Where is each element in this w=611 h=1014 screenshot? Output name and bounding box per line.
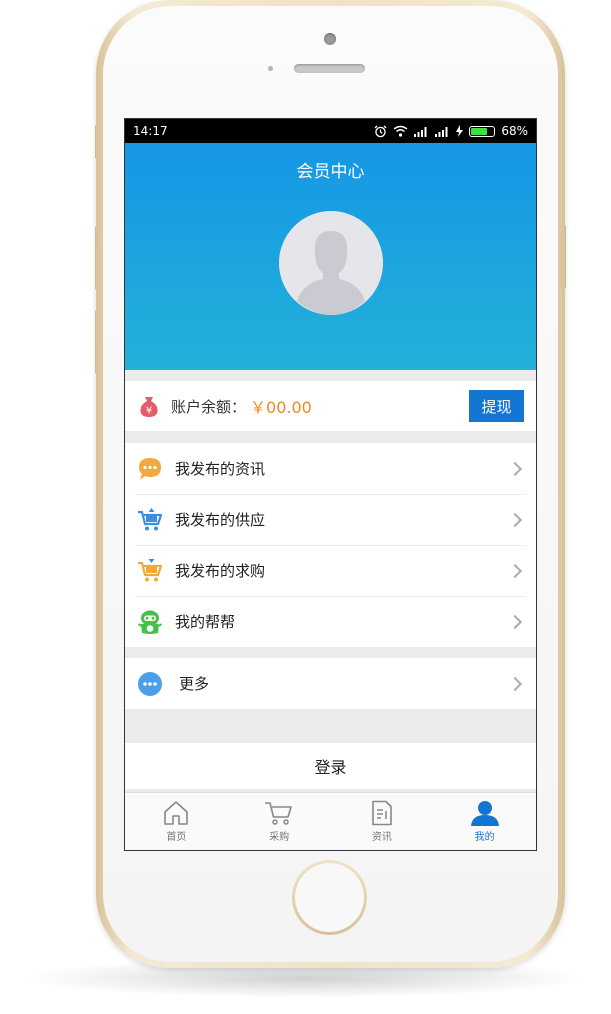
wifi-icon (393, 125, 408, 137)
chevron-right-icon (507, 614, 523, 629)
avatar[interactable] (279, 211, 383, 315)
menu-item-label: 我发布的供应 (175, 511, 266, 529)
tab-home[interactable]: 首页 (125, 793, 228, 850)
svg-text:¥: ¥ (146, 406, 152, 417)
menu-item-my-supply[interactable]: 我发布的供应 (125, 494, 536, 545)
chevron-right-icon (507, 563, 523, 578)
front-camera (324, 33, 336, 45)
page-title: 会员中心 (296, 162, 365, 182)
cart-icon (265, 802, 292, 825)
home-button (292, 860, 367, 935)
more-dots-icon (137, 671, 163, 697)
tab-label: 首页 (166, 832, 187, 843)
menu-item-label: 我的帮帮 (175, 613, 236, 631)
tab-label: 采购 (269, 832, 290, 843)
more-menu: 更多 (125, 658, 536, 709)
battery-icon (469, 125, 496, 137)
home-icon (164, 801, 189, 825)
robot-icon (137, 609, 163, 635)
signal-icon-2 (435, 126, 448, 137)
app-screen: 14:17 68% 会员中心 ¥ 账户余额： ￥00.00 提现 我发布的资讯 … (124, 118, 537, 851)
chevron-right-icon (507, 676, 523, 691)
tab-purchase[interactable]: 采购 (228, 793, 331, 850)
menu-item-label: 更多 (179, 675, 210, 693)
user-icon (470, 801, 499, 826)
status-time: 14:17 (133, 124, 168, 138)
cart-down-icon (137, 558, 163, 584)
tab-label: 资讯 (371, 832, 392, 843)
balance-amount: ￥00.00 (250, 398, 312, 417)
profile-header: 会员中心 (125, 143, 536, 370)
chevron-right-icon (507, 461, 523, 476)
balance-label: 账户余额： (171, 397, 247, 416)
menu-item-my-news[interactable]: 我发布的资讯 (125, 443, 536, 494)
tab-label: 我的 (474, 832, 495, 843)
cart-up-icon (137, 507, 163, 533)
battery-percent: 68% (501, 124, 528, 138)
balance-row: ¥ 账户余额： ￥00.00 提现 (125, 381, 536, 431)
publish-menu: 我发布的资讯 我发布的供应 我发布的求购 我的帮帮 (125, 443, 536, 647)
status-bar: 14:17 68% (125, 119, 536, 143)
proximity-sensor (268, 66, 273, 71)
menu-item-my-purchase[interactable]: 我发布的求购 (125, 545, 536, 596)
chevron-right-icon (507, 512, 523, 527)
menu-item-label: 我发布的资讯 (175, 460, 266, 478)
menu-item-my-help[interactable]: 我的帮帮 (125, 596, 536, 647)
money-bag-icon: ¥ (140, 397, 158, 417)
menu-item-more[interactable]: 更多 (125, 658, 536, 709)
alarm-icon (374, 125, 387, 137)
menu-item-label: 我发布的求购 (175, 562, 266, 580)
default-avatar-icon (279, 211, 383, 315)
document-icon (372, 800, 392, 826)
status-icons: 68% (374, 124, 528, 138)
tab-news[interactable]: 资讯 (331, 793, 434, 850)
signal-icon (414, 126, 427, 137)
bottom-tab-bar: 首页 采购 资讯 我的 (125, 792, 536, 850)
withdraw-button[interactable]: 提现 (469, 390, 524, 422)
earpiece-speaker (294, 64, 365, 73)
chat-bubble-icon (137, 456, 163, 482)
charging-icon (456, 125, 464, 137)
login-button[interactable]: 登录 (125, 743, 536, 789)
tab-mine[interactable]: 我的 (433, 793, 536, 850)
